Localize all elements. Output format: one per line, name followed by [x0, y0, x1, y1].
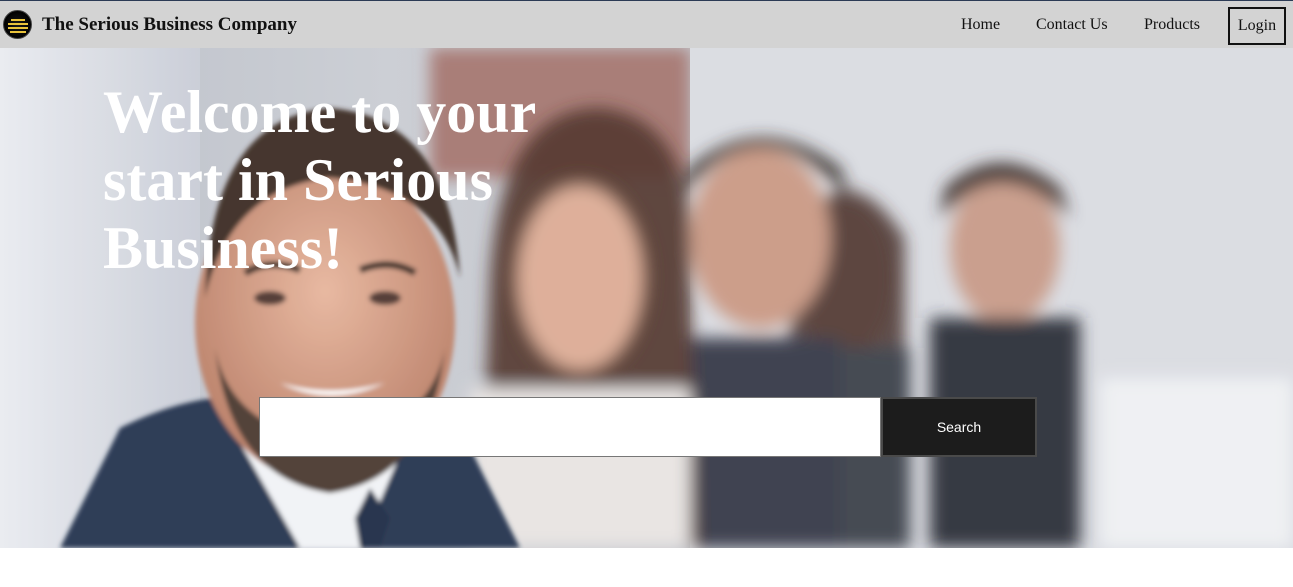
nav-links: Home Contact Us Products Login [0, 1, 1293, 49]
nav-home-link[interactable]: Home [961, 16, 1000, 34]
nav-contact-link[interactable]: Contact Us [1036, 16, 1108, 34]
login-button[interactable]: Login [1228, 7, 1286, 45]
hero-section: Welcome to your start in Serious Busines… [0, 48, 1293, 548]
login-label: Login [1237, 17, 1277, 34]
search-button[interactable]: Search [881, 397, 1037, 457]
nav-products-link[interactable]: Products [1144, 16, 1200, 34]
hero-title: Welcome to your start in Serious Busines… [103, 79, 536, 281]
top-navbar: The Serious Business Company Home Contac… [0, 0, 1293, 48]
search-input[interactable] [259, 397, 881, 457]
